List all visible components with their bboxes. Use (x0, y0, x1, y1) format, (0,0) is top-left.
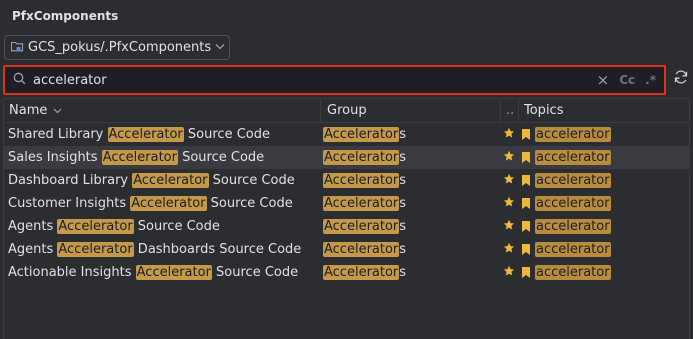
component-group: Accelerator s (323, 196, 407, 211)
component-topics: accelerator (519, 169, 611, 192)
search-match-highlight: Accelerator (323, 127, 400, 142)
component-group: Accelerator s (323, 219, 407, 234)
table-header: Name Group .. Topics (4, 99, 689, 123)
panel-title: PfxComponents (12, 9, 119, 23)
star-icon (503, 150, 515, 166)
search-match-highlight: Accelerator (57, 219, 134, 234)
column-header-name[interactable]: Name (4, 99, 321, 122)
search-match-highlight: Accelerator (132, 173, 209, 188)
bookmark-icon (521, 128, 531, 141)
repository-label: GCS_pokus/.PfxComponents (28, 40, 212, 55)
bookmark-icon (521, 266, 531, 279)
star-icon (503, 242, 515, 258)
match-case-toggle[interactable]: Cc (619, 73, 635, 87)
component-name: Sales Insights Accelerator Source Code (8, 150, 265, 165)
component-group: Accelerator s (323, 265, 407, 280)
component-topics: accelerator (519, 123, 611, 146)
component-topics: accelerator (519, 261, 611, 284)
component-name: Agents Accelerator Dashboards Source Cod… (8, 242, 302, 257)
column-header-topics[interactable]: Topics (519, 99, 563, 122)
topic-tag[interactable]: accelerator (535, 265, 611, 280)
refresh-icon (673, 69, 689, 89)
topic-tag[interactable]: accelerator (535, 242, 611, 257)
search-match-highlight: Accelerator (323, 150, 400, 165)
column-header-group[interactable]: Group (321, 99, 501, 122)
bookmark-icon (521, 220, 531, 233)
clear-search-button[interactable]: × (597, 71, 610, 89)
table-row[interactable]: Actionable Insights Accelerator Source C… (4, 261, 689, 284)
search-match-highlight: Accelerator (101, 150, 178, 165)
bookmark-icon (521, 151, 531, 164)
table-row[interactable]: Sales Insights Accelerator Source Code Ac… (4, 146, 689, 169)
chevron-down-icon (53, 103, 62, 118)
component-group: Accelerator s (323, 127, 407, 142)
component-name: Dashboard Library Accelerator Source Cod… (8, 173, 295, 188)
favorite-cell[interactable] (501, 261, 519, 284)
component-name: Customer Insights Accelerator Source Cod… (8, 196, 293, 211)
topic-tag[interactable]: accelerator (535, 127, 611, 142)
favorite-cell[interactable] (501, 123, 519, 146)
component-topics: accelerator (519, 192, 611, 215)
table-row[interactable]: Agents Accelerator Dashboards Source Cod… (4, 238, 689, 261)
component-group: Accelerator s (323, 242, 407, 257)
favorite-cell[interactable] (501, 146, 519, 169)
bookmark-icon (521, 174, 531, 187)
component-name: Actionable Insights Accelerator Source C… (8, 265, 299, 280)
search-input[interactable] (33, 72, 573, 88)
search-match-highlight: Accelerator (323, 173, 400, 188)
component-group: Accelerator s (323, 150, 407, 165)
favorite-cell[interactable] (501, 238, 519, 261)
search-match-highlight: Accelerator (57, 242, 134, 257)
topic-tag[interactable]: accelerator (535, 219, 611, 234)
search-match-highlight: Accelerator (323, 196, 400, 211)
star-icon (503, 196, 515, 212)
column-header-favorite[interactable]: .. (501, 99, 519, 122)
component-group: Accelerator s (323, 173, 407, 188)
component-topics: accelerator (519, 238, 611, 261)
favorite-cell[interactable] (501, 169, 519, 192)
search-bar: × Cc .* (3, 65, 666, 95)
table-row[interactable]: Shared Library Accelerator Source Code Ac… (4, 123, 689, 146)
table-row[interactable]: Agents Accelerator Source Code Accelerato… (4, 215, 689, 238)
star-icon (503, 265, 515, 281)
favorite-cell[interactable] (501, 215, 519, 238)
star-icon (503, 173, 515, 189)
search-match-highlight: Accelerator (323, 242, 400, 257)
component-topics: accelerator (519, 215, 611, 238)
bookmark-icon (521, 197, 531, 210)
search-match-highlight: Accelerator (323, 219, 400, 234)
search-match-highlight: Accelerator (130, 196, 207, 211)
repository-selector[interactable]: GCS_pokus/.PfxComponents (4, 35, 230, 60)
search-match-highlight: Accelerator (107, 127, 184, 142)
star-icon (503, 219, 515, 235)
component-name: Shared Library Accelerator Source Code (8, 127, 270, 142)
search-match-highlight: Accelerator (323, 265, 400, 280)
table-row[interactable]: Customer Insights Accelerator Source Cod… (4, 192, 689, 215)
favorite-cell[interactable] (501, 192, 519, 215)
chevron-down-icon (215, 42, 225, 53)
bookmark-icon (521, 243, 531, 256)
refresh-button[interactable] (672, 70, 690, 88)
topic-tag[interactable]: accelerator (535, 173, 611, 188)
topic-tag[interactable]: accelerator (535, 150, 611, 165)
components-table: Name Group .. Topics Shared Library Acce… (3, 98, 690, 339)
search-match-highlight: Accelerator (135, 265, 212, 280)
star-icon (503, 127, 515, 143)
regex-toggle[interactable]: .* (645, 73, 656, 87)
folder-icon (10, 39, 24, 57)
topic-tag[interactable]: accelerator (535, 196, 611, 211)
component-name: Agents Accelerator Source Code (8, 219, 220, 234)
search-icon (13, 72, 26, 89)
table-row[interactable]: Dashboard Library Accelerator Source Cod… (4, 169, 689, 192)
component-topics: accelerator (519, 146, 611, 169)
